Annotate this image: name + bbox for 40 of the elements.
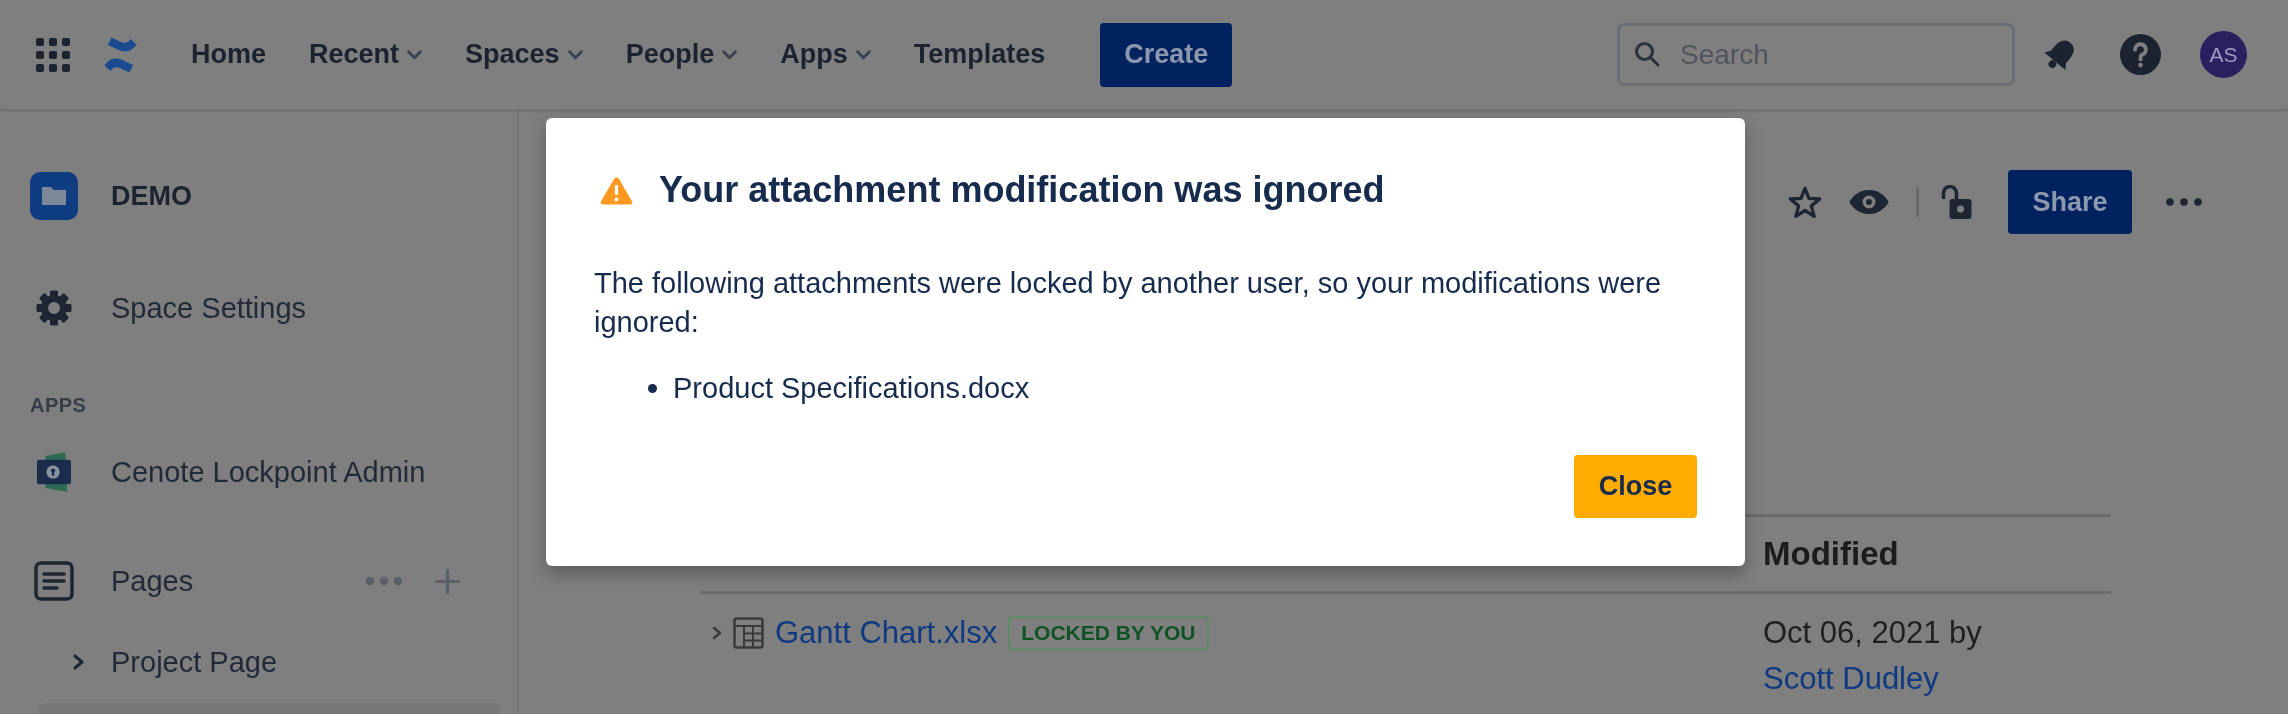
lock-status-badge: LOCKED BY YOU xyxy=(1008,616,1209,650)
attachment-name: Product Specifications.docx xyxy=(673,371,1030,406)
nav-menu-item[interactable]: Templates xyxy=(913,32,1046,77)
nav-menu-item[interactable]: Apps xyxy=(780,32,871,77)
nav-menu-item[interactable]: Home xyxy=(191,32,266,77)
help-icon[interactable] xyxy=(2120,34,2161,75)
folder-icon xyxy=(30,172,78,220)
sidebar-item[interactable]: Cenote Lockpoint Admin xyxy=(30,444,426,500)
modified-text: Oct 06, 2021 by Scott Dudley xyxy=(1762,614,1983,698)
chevron-right-icon[interactable] xyxy=(712,626,722,640)
warning-icon xyxy=(600,175,633,205)
author-link[interactable]: Scott Dudley xyxy=(1763,661,1939,696)
dialog-title: Your attachment modification was ignored xyxy=(659,168,1385,212)
space-name[interactable]: DEMO xyxy=(111,180,192,212)
dialog-message: The following attachments were locked by another user, so your modifications were ignored: xyxy=(594,266,1663,340)
create-button[interactable]: Create xyxy=(1100,22,1233,87)
page-tree-item[interactable]: Project Page xyxy=(30,634,278,690)
gear-icon xyxy=(36,290,72,326)
logo-icon[interactable] xyxy=(102,35,139,74)
bullet-icon xyxy=(648,384,657,393)
column-header: Modified xyxy=(1762,535,1899,573)
spreadsheet-icon xyxy=(733,617,764,649)
more-icon[interactable] xyxy=(2166,198,2202,206)
unlocked-padlock-icon[interactable] xyxy=(1941,185,1972,219)
file-link[interactable]: Gantt Chart.xlsx xyxy=(775,610,998,656)
nav-menu-item[interactable]: Spaces xyxy=(465,32,583,77)
nav-menu-item[interactable]: Recent xyxy=(309,32,423,77)
nav-menu-item[interactable]: People xyxy=(625,32,738,77)
user-avatar[interactable]: AS xyxy=(2200,31,2247,78)
section-heading: APPS xyxy=(30,393,87,418)
close-button[interactable]: Close xyxy=(1574,455,1697,518)
share-button[interactable]: Share xyxy=(2008,170,2132,234)
app-grid-icon[interactable] xyxy=(36,37,70,72)
sidebar-item[interactable]: Pages xyxy=(30,553,194,609)
search-icon xyxy=(1634,41,1660,67)
eye-icon[interactable] xyxy=(1849,189,1889,215)
document-icon xyxy=(34,561,74,601)
keyhole-app-icon xyxy=(37,452,71,492)
star-icon[interactable] xyxy=(1788,185,1822,219)
sidebar-item[interactable]: Space Settings xyxy=(30,280,307,336)
